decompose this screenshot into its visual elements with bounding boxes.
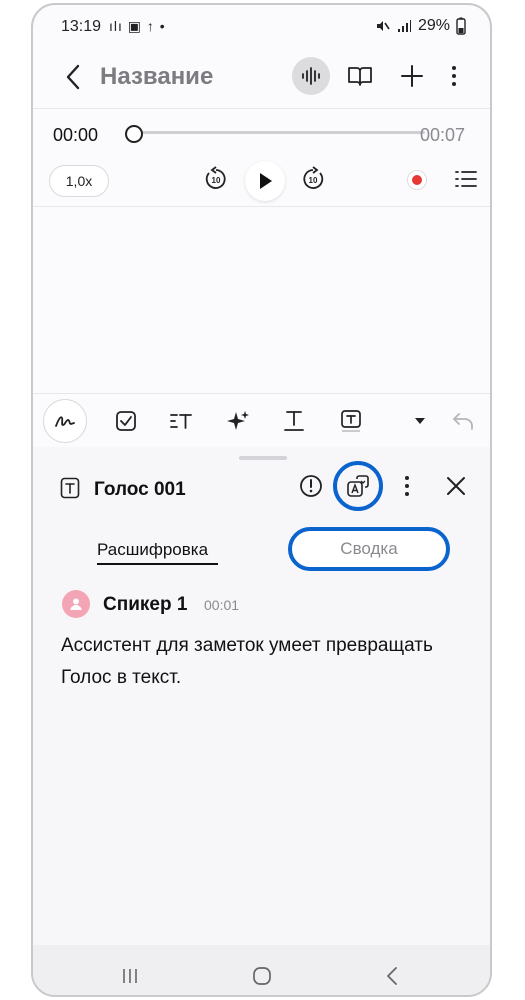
progress-knob[interactable] bbox=[125, 125, 143, 143]
home-icon bbox=[253, 967, 271, 985]
toolbar-expand-button[interactable] bbox=[402, 403, 438, 439]
tab-transcript[interactable]: Расшифровка bbox=[97, 540, 208, 560]
chevron-left-icon bbox=[387, 967, 397, 985]
toolbar-divider bbox=[33, 393, 490, 394]
reading-mode-button[interactable] bbox=[341, 57, 379, 95]
status-time: 13:19 bbox=[61, 18, 102, 35]
play-icon bbox=[260, 173, 272, 189]
note-title[interactable]: Название bbox=[100, 63, 213, 91]
progress-slider[interactable] bbox=[133, 131, 425, 134]
rewind-label: 10 bbox=[212, 176, 221, 185]
book-icon bbox=[348, 67, 372, 86]
alert-circle-icon bbox=[300, 475, 322, 497]
font-tool-button[interactable] bbox=[276, 403, 312, 439]
panel-drag-handle[interactable] bbox=[239, 456, 287, 460]
status-bar: 13:19 ılı ▣ ↑ • 29% bbox=[33, 5, 490, 51]
status-notification-icons: ılı ▣ ↑ • bbox=[109, 18, 166, 34]
text-box-tool-button[interactable] bbox=[333, 403, 369, 439]
rewind-10-icon: 10 bbox=[205, 166, 226, 189]
voice-record-button[interactable] bbox=[292, 57, 330, 95]
undo-icon bbox=[453, 413, 473, 430]
forward-10-icon: 10 bbox=[303, 166, 324, 189]
recordings-list-button[interactable] bbox=[447, 160, 485, 198]
rewind-button[interactable]: 10 bbox=[197, 160, 235, 198]
current-time: 00:00 bbox=[53, 125, 99, 145]
translate-icon bbox=[347, 475, 369, 497]
signal-icon bbox=[397, 20, 411, 32]
home-button[interactable] bbox=[249, 963, 275, 989]
close-panel-button[interactable] bbox=[437, 467, 475, 505]
forward-button[interactable]: 10 bbox=[294, 160, 332, 198]
more-options-button[interactable] bbox=[435, 57, 473, 95]
sparkle-icon bbox=[227, 411, 249, 430]
play-button[interactable] bbox=[245, 161, 285, 201]
caret-down-icon bbox=[415, 418, 425, 424]
speaker-timestamp[interactable]: 00:01 bbox=[204, 597, 239, 613]
checkbox-icon bbox=[116, 411, 136, 431]
text-style-tool-button[interactable] bbox=[163, 403, 199, 439]
total-time: 00:07 bbox=[420, 125, 466, 145]
text-underline-icon bbox=[284, 411, 304, 431]
nav-back-button[interactable] bbox=[379, 963, 405, 989]
transcript-text: Ассистент для заметок умеет превращать Г… bbox=[61, 635, 433, 688]
speaker-name: Спикер 1 bbox=[103, 594, 188, 615]
transcript-title: Голос 001 bbox=[94, 479, 186, 500]
record-button[interactable] bbox=[407, 170, 427, 190]
more-vertical-icon bbox=[405, 476, 409, 496]
list-icon bbox=[455, 171, 477, 187]
transcript-panel bbox=[33, 447, 490, 947]
battery-percent: 29% bbox=[417, 17, 450, 34]
recents-icon bbox=[123, 969, 137, 983]
forward-label: 10 bbox=[309, 176, 318, 185]
battery-icon bbox=[456, 17, 466, 35]
pen-tool-button[interactable] bbox=[43, 399, 87, 443]
person-icon bbox=[70, 598, 82, 610]
playback-speed-button[interactable]: 1,0x bbox=[49, 165, 109, 197]
checkbox-tool-button[interactable] bbox=[108, 403, 144, 439]
info-button[interactable] bbox=[292, 467, 330, 505]
undo-button[interactable] bbox=[445, 403, 481, 439]
transcript-doc-icon bbox=[60, 477, 80, 499]
mute-icon bbox=[376, 21, 390, 31]
text-box-icon bbox=[341, 410, 361, 432]
status-right: 29% bbox=[374, 17, 466, 35]
plus-icon bbox=[401, 65, 423, 87]
translate-button[interactable] bbox=[339, 467, 377, 505]
speaker-avatar bbox=[62, 590, 90, 618]
close-icon bbox=[447, 477, 465, 495]
header-divider bbox=[33, 108, 490, 109]
chevron-left-icon bbox=[66, 64, 80, 90]
tab-transcript-indicator bbox=[97, 563, 218, 565]
ai-assist-tool-button[interactable] bbox=[220, 403, 256, 439]
waveform-icon bbox=[302, 67, 320, 85]
more-vertical-icon bbox=[452, 66, 456, 86]
record-dot-icon bbox=[412, 175, 422, 185]
handwriting-icon bbox=[55, 416, 75, 427]
back-button[interactable] bbox=[59, 59, 89, 95]
text-format-icon bbox=[170, 414, 192, 429]
add-button[interactable] bbox=[393, 57, 431, 95]
phone-frame: 13:19 ılı ▣ ↑ • 29% Название 00:00 00:07… bbox=[31, 3, 492, 997]
panel-more-button[interactable] bbox=[388, 467, 426, 505]
tab-summary[interactable]: Сводка bbox=[288, 527, 450, 571]
note-canvas[interactable] bbox=[33, 207, 490, 393]
recent-apps-button[interactable] bbox=[117, 963, 143, 989]
